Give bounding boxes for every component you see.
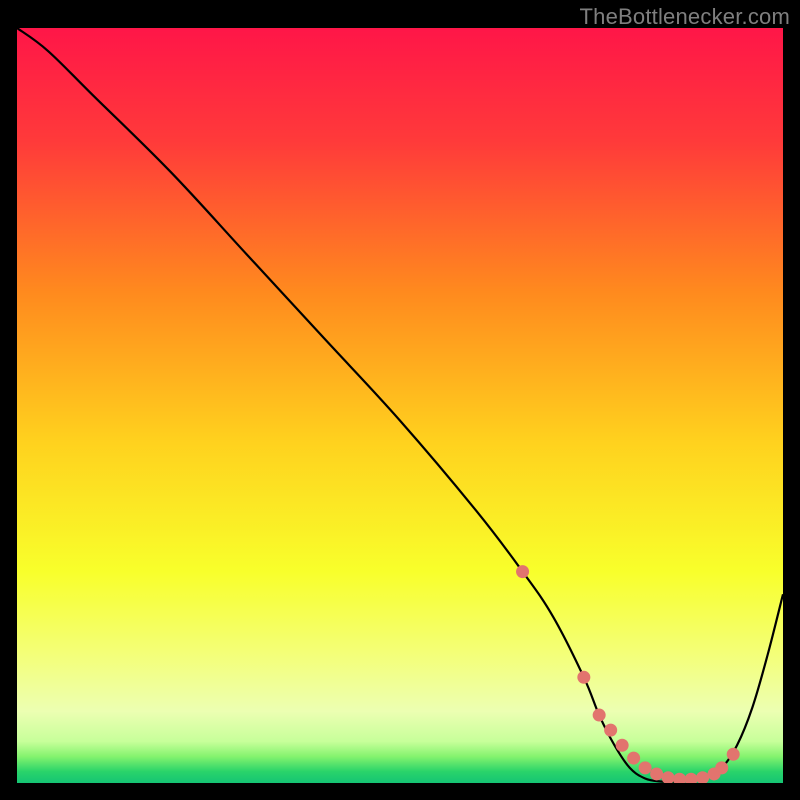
curve-marker xyxy=(639,761,652,774)
curve-marker xyxy=(616,739,629,752)
curve-marker xyxy=(627,752,640,765)
curve-marker xyxy=(604,724,617,737)
attribution-text: TheBottlenecker.com xyxy=(580,4,790,30)
chart-stage: TheBottlenecker.com xyxy=(0,0,800,800)
curve-marker xyxy=(650,767,663,780)
curve-marker xyxy=(715,761,728,774)
curve-marker xyxy=(516,565,529,578)
curve-marker xyxy=(727,748,740,761)
curve-marker xyxy=(577,671,590,684)
bottleneck-curve-chart xyxy=(17,28,783,783)
plot-area xyxy=(17,28,783,783)
gradient-background xyxy=(17,28,783,783)
curve-marker xyxy=(593,709,606,722)
